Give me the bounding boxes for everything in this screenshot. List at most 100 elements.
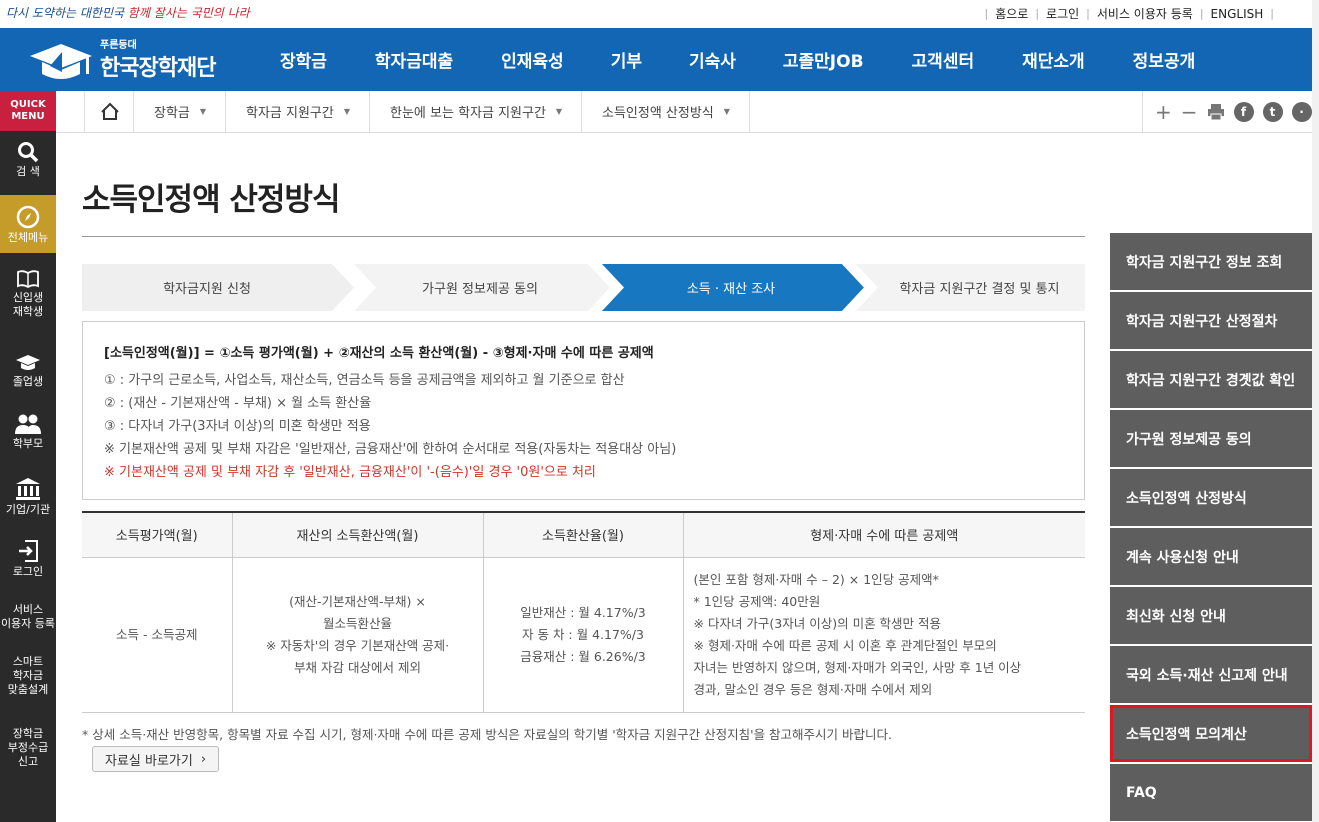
graduation-cap-icon — [16, 355, 40, 370]
compass-icon — [16, 205, 40, 229]
chevron-right-icon: › — [200, 751, 207, 767]
quick-graduates[interactable]: 졸업생 — [0, 349, 56, 399]
breadcrumb-item[interactable]: 장학금 ▼ — [134, 91, 226, 132]
side-item-simulation[interactable]: 소득인정액 모의계산 — [1110, 705, 1312, 762]
side-menu: 학자금 지원구간 정보 조회 학자금 지원구간 산정절차 학자금 지원구간 경곗… — [1110, 233, 1312, 822]
breadcrumb-item[interactable]: 소득인정액 산정방식 ▼ — [582, 91, 750, 132]
slogan-part-b: 함께 잘사는 국민의 나라 — [127, 6, 250, 20]
formula-line: ※ 기본재산액 공제 및 부채 자감은 '일반재산, 금융재산'에 한하여 순서… — [104, 442, 677, 457]
nav-about[interactable]: 재단소개 — [1022, 47, 1085, 72]
side-item-procedure[interactable]: 학자금 지원구간 산정절차 — [1110, 292, 1312, 349]
nav-dormitory[interactable]: 기숙사 — [689, 47, 736, 72]
quick-menu: QUICK MENU 검 색 전체메뉴 신입생 재학생 졸업생 학부모 기업/기… — [0, 91, 56, 822]
utility-links: | 홈으로 | 로그인 | 서비스 이용자 등록 | ENGLISH | — [984, 5, 1274, 22]
table-cell: (본인 포함 형제·자매 수 – 2) × 1인당 공제액* * 1인당 공제액… — [682, 556, 1085, 713]
register-link[interactable]: 서비스 이용자 등록 — [1097, 5, 1193, 22]
facebook-icon[interactable]: f — [1233, 101, 1254, 122]
global-nav: 장학금 학자금대출 인재육성 기부 기숙사 고졸만JOB 고객센터 재단소개 정… — [258, 28, 1195, 91]
quick-students[interactable]: 신입생 재학생 — [0, 263, 56, 333]
step-apply: 학자금지원 신청 — [163, 282, 251, 297]
share-icon[interactable]: · — [1291, 101, 1312, 122]
nav-loan[interactable]: 학자금대출 — [375, 47, 453, 72]
formula-main: [소득인정액(월)] = ①소득 평가액(월) + ②재산의 소득 환산액(월)… — [104, 346, 654, 361]
nav-disclosure[interactable]: 정보공개 — [1133, 47, 1196, 72]
breadcrumb-home[interactable] — [84, 91, 134, 132]
slogan-part-a: 다시 도약하는 대한민국 — [6, 6, 125, 20]
page-tools: + − f t · — [1142, 91, 1312, 132]
formula-warning: ※ 기본재산액 공제 및 부채 자감 후 '일반재산, 금융재산'이 '-(음수… — [104, 465, 596, 480]
caret-down-icon: ▼ — [723, 107, 730, 116]
side-item-faq[interactable]: FAQ — [1110, 764, 1312, 821]
step-decision: 학자금 지원구간 결정 및 통지 — [899, 282, 1060, 297]
zoom-in-icon[interactable]: + — [1155, 102, 1172, 122]
nav-customer-center[interactable]: 고객센터 — [912, 47, 975, 72]
nav-talent[interactable]: 인재육성 — [501, 47, 564, 72]
quick-fraud-report[interactable]: 장학금 부정수급 신고 — [0, 727, 56, 777]
home-icon — [101, 102, 119, 120]
people-icon — [15, 414, 41, 434]
print-icon[interactable] — [1207, 103, 1225, 121]
page-title: 소득인정액 산정방식 — [82, 182, 340, 218]
nav-job[interactable]: 고졸만JOB — [783, 47, 864, 72]
quick-all-menu[interactable]: 전체메뉴 — [0, 195, 56, 253]
caret-down-icon: ▼ — [199, 107, 207, 116]
formula-box: [소득인정액(월)] = ①소득 평가액(월) + ②재산의 소득 환산액(월)… — [82, 321, 1085, 500]
twitter-icon[interactable]: t — [1262, 101, 1283, 122]
book-icon — [17, 270, 39, 289]
quick-smart-plan[interactable]: 스마트 학자금 맞춤설계 — [0, 655, 56, 705]
footnote: * 상세 소득·재산 반영항목, 항목별 자료 수집 시기, 형제·자매 수에 … — [82, 727, 892, 742]
table-cell: 소득 - 소득공제 — [82, 556, 233, 713]
quick-parents[interactable]: 학부모 — [0, 411, 56, 461]
formula-line: ③ : 다자녀 가구(3자녀 이상)의 미혼 학생만 적용 — [104, 419, 371, 434]
side-item-calculation-method[interactable]: 소득인정액 산정방식 — [1110, 469, 1312, 526]
building-icon — [16, 478, 40, 500]
table-row: 소득 - 소득공제 (재산-기본재산액-부채) × 월소득환산율 ※ 자동차'의… — [82, 556, 1085, 713]
government-slogan: 다시 도약하는 대한민국 함께 잘사는 국민의 나라 — [6, 4, 250, 21]
search-icon — [18, 142, 39, 163]
table-header-row: 소득평가액(월) 재산의 소득환산액(월) 소득환산율(월) 형제·자매 수에 … — [82, 512, 1085, 558]
logo-tagline: 푸른등대 — [100, 40, 137, 51]
table-header: 소득평가액(월) — [82, 512, 233, 558]
quick-corporate[interactable]: 기업/기관 — [0, 475, 56, 525]
nav-donation[interactable]: 기부 — [611, 47, 642, 72]
side-item-update[interactable]: 최신화 신청 안내 — [1110, 587, 1312, 644]
table-header: 형제·자매 수에 따른 공제액 — [682, 512, 1085, 558]
graduation-cap-logo-icon — [30, 44, 92, 79]
quick-menu-title: QUICK MENU — [0, 91, 56, 131]
table-header: 소득환산율(월) — [482, 512, 684, 558]
quick-login[interactable]: 로그인 — [0, 537, 56, 587]
breadcrumb: 장학금 ▼ 학자금 지원구간 ▼ 한눈에 보는 학자금 지원구간 ▼ 소득인정액 산정… — [56, 91, 1312, 133]
site-logo[interactable]: 푸른등대 한국장학재단 — [28, 38, 233, 84]
table-cell: 일반재산 : 월 4.17%/3 자 동 차 : 월 4.17%/3 금융재산 … — [482, 556, 684, 713]
main-header: 푸른등대 한국장학재단 장학금 학자금대출 인재육성 기부 기숙사 고졸만JOB… — [0, 28, 1312, 91]
breadcrumb-item[interactable]: 학자금 지원구간 ▼ — [226, 91, 370, 132]
library-shortcut-button[interactable]: 자료실 바로가기 › — [92, 746, 220, 772]
title-divider — [82, 236, 1085, 237]
table-cell: (재산-기본재산액-부채) × 월소득환산율 ※ 자동차'의 경우 기본재산액 … — [231, 556, 484, 713]
page-scrollbar[interactable] — [1312, 0, 1319, 822]
income-table: 소득평가액(월) 재산의 소득환산액(월) 소득환산율(월) 형제·자매 수에 … — [82, 511, 1085, 713]
zoom-out-icon[interactable]: − — [1181, 102, 1198, 122]
step-consent: 가구원 정보제공 동의 — [422, 282, 538, 297]
login-link[interactable]: 로그인 — [1046, 5, 1079, 22]
login-icon — [19, 540, 38, 562]
side-item-overseas[interactable]: 국외 소득·재산 신고제 안내 — [1110, 646, 1312, 703]
step-income-survey-active: 소득 · 재산 조사 — [686, 282, 776, 297]
side-item-continued-use[interactable]: 계속 사용신청 안내 — [1110, 528, 1312, 585]
formula-line: ① : 가구의 근로소득, 사업소득, 재산소득, 연금소득 등을 공제금액을 … — [104, 373, 625, 388]
caret-down-icon: ▼ — [343, 107, 351, 116]
formula-line: ② : (재산 - 기본재산액 - 부채) × 월 소득 환산율 — [104, 396, 372, 411]
breadcrumb-item[interactable]: 한눈에 보는 학자금 지원구간 ▼ — [370, 91, 582, 132]
table-header: 재산의 소득환산액(월) — [231, 512, 484, 558]
process-steps: 학자금지원 신청 가구원 정보제공 동의 소득 · 재산 조사 학자금 지원구간… — [82, 264, 1085, 311]
utility-bar: 다시 도약하는 대한민국 함께 잘사는 국민의 나라 | 홈으로 | 로그인 |… — [0, 0, 1319, 28]
english-link[interactable]: ENGLISH — [1211, 7, 1264, 21]
home-link[interactable]: 홈으로 — [995, 5, 1028, 22]
quick-search[interactable]: 검 색 — [0, 131, 56, 189]
side-item-consent[interactable]: 가구원 정보제공 동의 — [1110, 410, 1312, 467]
logo-name: 한국장학재단 — [100, 56, 216, 81]
side-item-threshold[interactable]: 학자금 지원구간 경곗값 확인 — [1110, 351, 1312, 408]
side-item-grade-lookup[interactable]: 학자금 지원구간 정보 조회 — [1110, 233, 1312, 290]
quick-service-register[interactable]: 서비스 이용자 등록 — [0, 603, 56, 639]
nav-scholarship[interactable]: 장학금 — [280, 47, 327, 72]
